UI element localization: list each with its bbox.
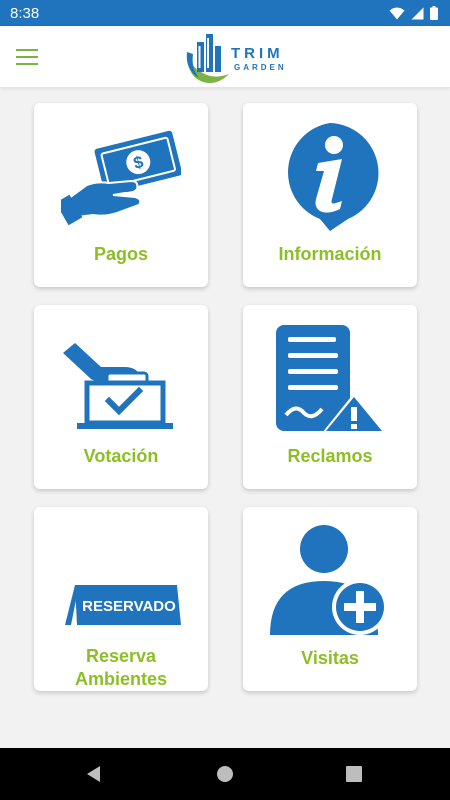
card-reclamos[interactable]: Reclamos xyxy=(243,305,417,489)
menu-button[interactable] xyxy=(16,43,44,71)
logo-word-trim: TRIM xyxy=(231,45,284,62)
card-label-visitas: Visitas xyxy=(301,648,359,668)
wifi-icon xyxy=(389,7,405,19)
hamburger-menu-icon xyxy=(16,49,38,51)
card-label-line2: Ambientes xyxy=(74,669,168,689)
home-icon[interactable] xyxy=(213,762,237,786)
ballot-box-icon xyxy=(63,343,173,429)
card-label-line1: Reserva xyxy=(85,646,157,666)
back-icon[interactable] xyxy=(82,762,106,786)
card-label-reserva-ambientes: Reserva Ambientes xyxy=(34,645,208,691)
status-icons xyxy=(389,6,438,20)
card-visitas[interactable]: Visitas xyxy=(243,507,417,691)
logo-word-garden: GARDEN xyxy=(234,63,287,72)
card-label-votacion: Votación xyxy=(83,446,159,466)
reserved-sign-icon: RESERVADO xyxy=(65,585,181,625)
card-votacion[interactable]: Votación xyxy=(34,305,208,489)
app-logo: TRIM GARDEN xyxy=(183,28,293,86)
menu-grid: $ Pagos Información Votación Reclamos RE… xyxy=(0,88,450,748)
card-reserva-ambientes[interactable]: RESERVADO Reserva Ambientes xyxy=(34,507,208,691)
status-time: 8:38 xyxy=(10,4,40,22)
complaint-document-warning-icon xyxy=(276,325,386,433)
card-informacion[interactable]: Información xyxy=(243,103,417,287)
add-visitor-icon xyxy=(270,525,388,635)
signal-icon xyxy=(411,7,424,19)
battery-icon xyxy=(430,6,438,20)
reserved-sign-text: RESERVADO xyxy=(82,598,176,615)
navigation-bar xyxy=(0,748,450,800)
recents-icon[interactable] xyxy=(342,762,366,786)
card-label-reclamos: Reclamos xyxy=(287,446,373,466)
app-bar: TRIM GARDEN xyxy=(0,26,450,88)
card-pagos[interactable]: $ Pagos xyxy=(34,103,208,287)
logo-mark-icon xyxy=(186,34,229,83)
status-bar: 8:38 xyxy=(0,0,450,26)
info-pin-icon xyxy=(288,123,379,231)
payment-hand-bill-icon: $ xyxy=(61,130,181,226)
card-label-informacion: Información xyxy=(278,244,382,264)
card-label-pagos: Pagos xyxy=(93,244,149,264)
